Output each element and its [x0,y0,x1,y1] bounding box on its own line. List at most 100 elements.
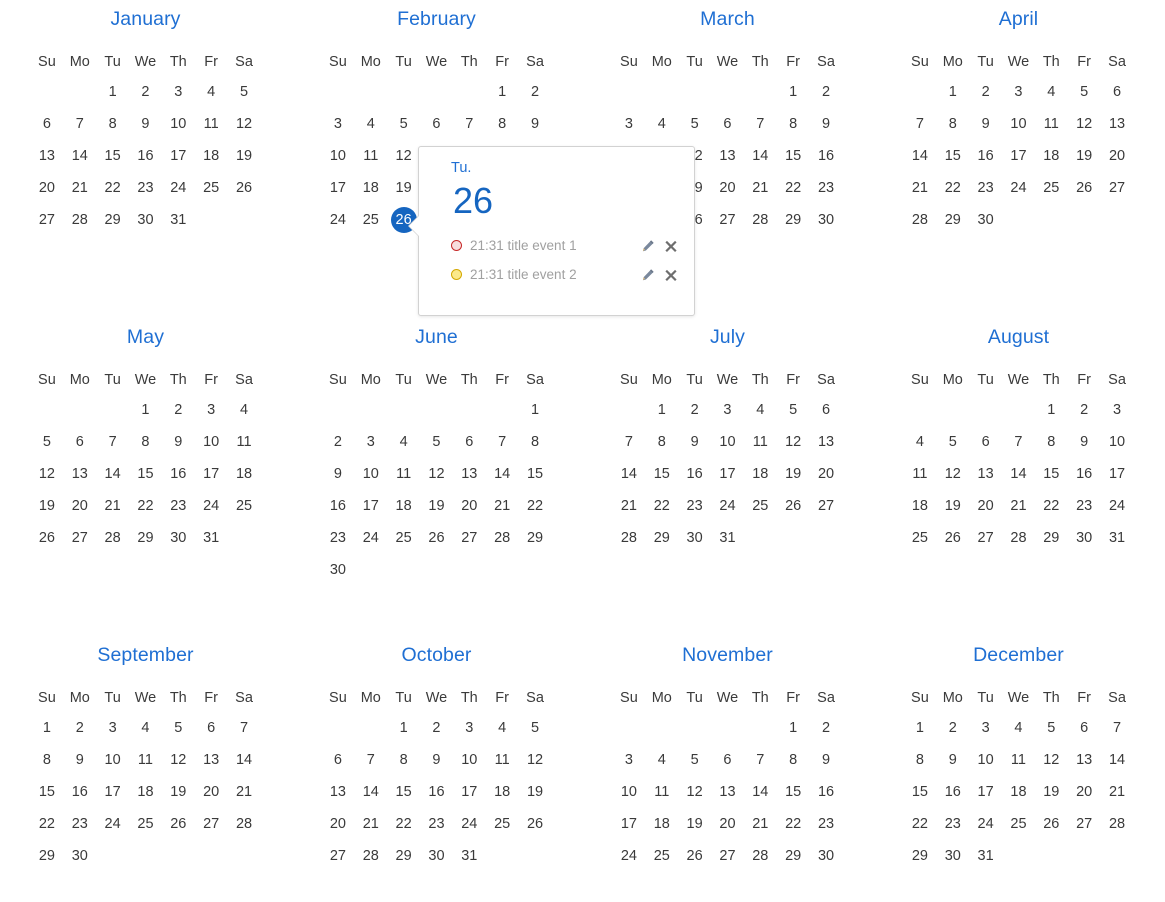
day-cell[interactable]: 25 [1035,172,1068,204]
day-cell[interactable]: 4 [354,108,387,140]
pencil-edit-icon[interactable] [641,239,655,253]
day-cell[interactable]: 31 [162,204,195,236]
day-cell[interactable]: 23 [969,172,1002,204]
day-cell[interactable]: 17 [354,490,387,522]
day-cell[interactable]: 6 [453,426,486,458]
day-cell[interactable]: 23 [420,808,453,840]
day-cell[interactable]: 9 [420,744,453,776]
day-cell[interactable]: 18 [744,458,777,490]
day-cell[interactable]: 13 [453,458,486,490]
day-cell[interactable]: 4 [129,712,162,744]
day-cell[interactable]: 12 [387,140,420,172]
day-cell[interactable]: 24 [969,808,1002,840]
day-cell[interactable]: 9 [322,458,355,490]
day-cell[interactable]: 19 [1035,776,1068,808]
day-cell[interactable]: 9 [678,426,711,458]
day-cell[interactable]: 2 [936,712,969,744]
day-cell[interactable]: 6 [711,744,744,776]
day-cell[interactable]: 18 [645,808,678,840]
day-cell[interactable]: 5 [31,426,64,458]
day-cell[interactable]: 19 [519,776,552,808]
day-cell[interactable]: 5 [1068,76,1101,108]
day-cell[interactable]: 23 [162,490,195,522]
day-cell[interactable]: 5 [1035,712,1068,744]
day-cell[interactable]: 27 [810,490,843,522]
day-cell[interactable]: 31 [453,840,486,872]
day-cell[interactable]: 20 [322,808,355,840]
day-cell[interactable]: 5 [519,712,552,744]
day-cell[interactable]: 4 [1002,712,1035,744]
day-cell[interactable]: 9 [519,108,552,140]
day-cell[interactable]: 9 [63,744,96,776]
day-cell[interactable]: 14 [354,776,387,808]
day-cell[interactable]: 2 [162,394,195,426]
close-delete-icon[interactable] [664,239,678,253]
day-cell[interactable]: 22 [936,172,969,204]
day-cell[interactable]: 19 [777,458,810,490]
day-cell[interactable]: 4 [228,394,261,426]
day-cell[interactable]: 13 [195,744,228,776]
day-cell[interactable]: 29 [31,840,64,872]
day-cell[interactable]: 17 [96,776,129,808]
day-cell[interactable]: 3 [613,108,646,140]
day-cell[interactable]: 22 [645,490,678,522]
day-cell[interactable]: 11 [354,140,387,172]
day-cell[interactable]: 3 [96,712,129,744]
day-cell[interactable]: 8 [936,108,969,140]
day-cell[interactable]: 5 [387,108,420,140]
day-cell[interactable]: 16 [969,140,1002,172]
day-cell[interactable]: 31 [1101,522,1134,554]
day-cell[interactable]: 6 [420,108,453,140]
day-cell[interactable]: 12 [420,458,453,490]
event-row[interactable]: 21:31 title event 1 [451,231,680,260]
day-cell[interactable]: 20 [1068,776,1101,808]
day-cell[interactable]: 14 [96,458,129,490]
day-cell[interactable]: 28 [744,840,777,872]
day-cell[interactable]: 18 [228,458,261,490]
day-cell[interactable]: 1 [936,76,969,108]
day-cell[interactable]: 28 [96,522,129,554]
day-cell[interactable]: 5 [678,108,711,140]
day-cell[interactable]: 1 [31,712,64,744]
day-cell[interactable]: 14 [1101,744,1134,776]
day-cell[interactable]: 6 [810,394,843,426]
day-cell[interactable]: 4 [486,712,519,744]
day-cell[interactable]: 7 [228,712,261,744]
day-cell[interactable]: 29 [777,840,810,872]
day-cell[interactable]: 16 [810,140,843,172]
day-cell[interactable]: 27 [453,522,486,554]
day-cell[interactable]: 11 [228,426,261,458]
day-cell[interactable]: 19 [387,172,420,204]
day-cell[interactable]: 6 [1101,76,1134,108]
day-cell[interactable]: 10 [969,744,1002,776]
day-cell[interactable]: 29 [777,204,810,236]
day-cell[interactable]: 25 [645,840,678,872]
day-cell[interactable]: 3 [1002,76,1035,108]
day-cell[interactable]: 1 [777,712,810,744]
day-cell[interactable]: 24 [96,808,129,840]
day-cell[interactable]: 25 [486,808,519,840]
day-cell[interactable]: 19 [420,490,453,522]
day-cell[interactable]: 20 [810,458,843,490]
day-cell[interactable]: 27 [63,522,96,554]
day-cell[interactable]: 10 [711,426,744,458]
day-cell[interactable]: 13 [969,458,1002,490]
day-cell[interactable]: 1 [777,76,810,108]
day-cell[interactable]: 30 [936,840,969,872]
day-cell[interactable]: 30 [129,204,162,236]
day-cell[interactable]: 3 [711,394,744,426]
day-cell[interactable]: 5 [777,394,810,426]
day-cell[interactable]: 19 [936,490,969,522]
day-cell[interactable]: 13 [1068,744,1101,776]
event-row[interactable]: 21:31 title event 2 [451,260,680,289]
day-cell[interactable]: 27 [711,204,744,236]
day-cell[interactable]: 4 [645,108,678,140]
day-cell[interactable]: 2 [810,712,843,744]
day-cell[interactable]: 16 [322,490,355,522]
day-cell[interactable]: 25 [744,490,777,522]
day-cell[interactable]: 13 [711,776,744,808]
day-cell[interactable]: 2 [678,394,711,426]
day-cell[interactable]: 6 [31,108,64,140]
day-cell[interactable]: 5 [162,712,195,744]
day-cell[interactable]: 27 [1068,808,1101,840]
